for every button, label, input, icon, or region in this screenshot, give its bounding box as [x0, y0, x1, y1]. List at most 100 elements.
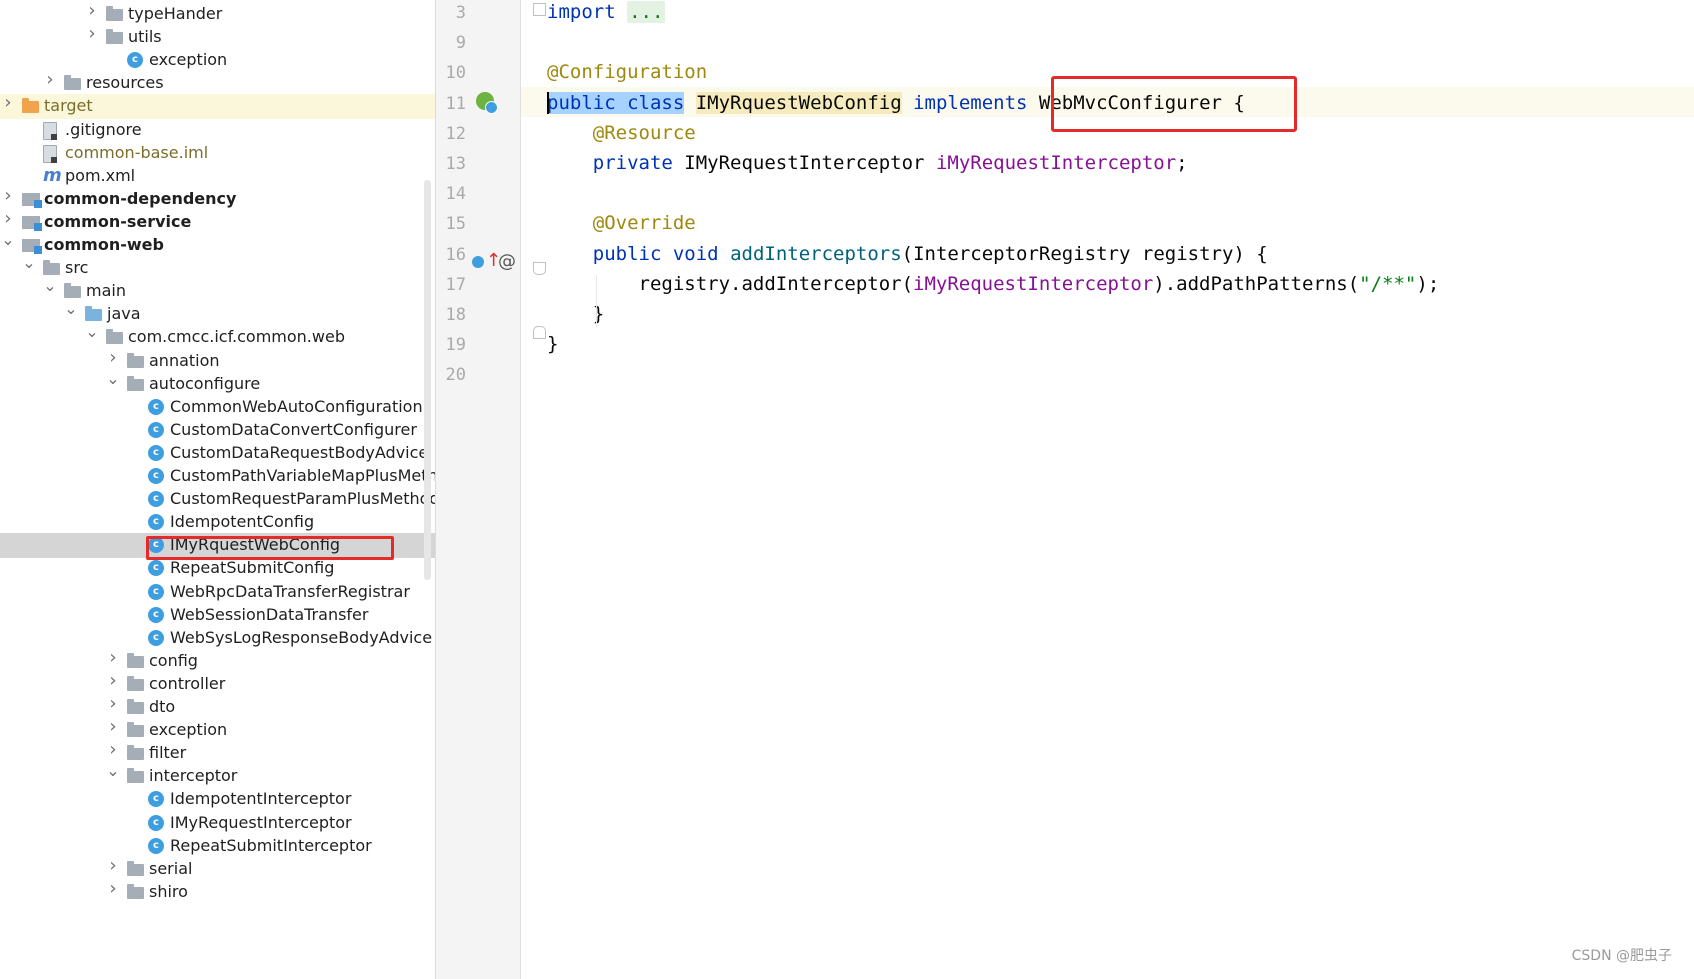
tree-row[interactable]: ⌄ autoconfigure — [0, 370, 435, 397]
tree-row[interactable]: c RepeatSubmitConfig — [0, 556, 435, 581]
code-editor[interactable] — [521, 0, 1694, 979]
tree-row[interactable]: c IMyRequestInterceptor — [0, 811, 435, 836]
chevron-right-icon[interactable]: › — [85, 25, 99, 43]
tree-row[interactable]: › common-service — [0, 209, 435, 235]
chevron-right-icon[interactable]: › — [106, 695, 120, 713]
tree-row[interactable]: › resources — [0, 71, 435, 96]
chevron-right-icon[interactable]: › — [106, 348, 120, 366]
chevron-down-icon[interactable]: ⌄ — [106, 763, 120, 779]
file-badge — [51, 156, 57, 163]
tree-row[interactable]: c exception — [0, 48, 435, 73]
tree-row[interactable]: c CustomRequestParamPlusMethodA — [0, 487, 435, 512]
chevron-right-icon[interactable]: › — [106, 718, 120, 736]
tree-row[interactable]: › common-dependency — [0, 186, 435, 212]
chevron-down-icon[interactable]: ⌄ — [64, 301, 78, 317]
tree-row-label: common-service — [44, 211, 192, 231]
code-line[interactable]: @Resource — [547, 118, 696, 148]
chevron-right-icon[interactable]: › — [1, 94, 15, 112]
code-line[interactable]: private IMyRequestInterceptor iMyRequest… — [547, 148, 1188, 178]
tree-scrollbar[interactable] — [424, 180, 431, 580]
fold-marker-icon[interactable] — [533, 262, 546, 275]
tree-row[interactable]: ⌄ src — [0, 255, 435, 281]
tree-row-label: CustomPathVariableMapPlusMetho — [170, 466, 435, 485]
at-annotation-icon[interactable]: @ — [498, 252, 516, 272]
tree-row[interactable]: m pom.xml — [0, 164, 435, 189]
tree-row[interactable]: c WebSysLogResponseBodyAdvice — [0, 626, 435, 651]
tree-row-label: IMyRequestInterceptor — [170, 812, 352, 832]
chevron-right-icon[interactable]: › — [106, 879, 120, 897]
fold-marker-icon[interactable] — [533, 3, 546, 16]
line-number: 15 — [445, 214, 466, 235]
file-badge — [51, 133, 57, 140]
tree-row[interactable]: › dto — [0, 695, 435, 720]
tree-row[interactable]: c RepeatSubmitInterceptor — [0, 834, 435, 859]
line-number: 12 — [445, 123, 466, 144]
tree-row[interactable]: › shiro — [0, 879, 435, 905]
code-line[interactable]: registry.addInterceptor(iMyRequestInterc… — [547, 269, 1440, 299]
code-token: @Configuration — [547, 61, 708, 84]
class-icon: c — [148, 491, 164, 508]
chevron-right-icon[interactable]: › — [106, 671, 120, 689]
chevron-down-icon[interactable]: ⌄ — [85, 324, 99, 340]
file-icon — [43, 144, 57, 163]
chevron-right-icon[interactable]: › — [1, 186, 15, 204]
tree-row[interactable]: › controller — [0, 671, 435, 697]
tree-row[interactable]: › utils — [0, 25, 435, 50]
tree-row[interactable]: c CustomPathVariableMapPlusMetho — [0, 464, 435, 489]
tree-row[interactable]: › config — [0, 648, 435, 674]
fold-marker-icon[interactable] — [533, 326, 546, 339]
folder-icon — [106, 329, 123, 345]
tree-row[interactable]: common-base.iml — [0, 141, 435, 166]
class-icon: c — [148, 560, 164, 577]
tree-row[interactable]: c WebRpcDataTransferRegistrar — [0, 580, 435, 605]
tree-row[interactable]: › typeHander — [0, 2, 435, 27]
chevron-down-icon[interactable]: ⌄ — [106, 370, 120, 387]
tree-row[interactable]: c IdempotentInterceptor — [0, 787, 435, 812]
tree-row[interactable]: c CustomDataConvertConfigurer — [0, 418, 435, 443]
code-line[interactable]: @Configuration — [547, 57, 707, 87]
tree-row[interactable]: ⌄ interceptor — [0, 763, 435, 789]
tree-row-label: WebSysLogResponseBodyAdvice — [170, 627, 433, 647]
tree-row[interactable]: c IdempotentConfig — [0, 510, 435, 535]
chevron-down-icon[interactable]: ⌄ — [1, 232, 15, 248]
folder-icon — [127, 745, 144, 761]
code-line[interactable]: import ... — [547, 0, 666, 27]
chevron-right-icon[interactable]: › — [43, 71, 57, 89]
chevron-right-icon[interactable]: › — [85, 2, 99, 20]
module-folder-icon — [22, 239, 42, 254]
tree-row[interactable]: c CommonWebAutoConfiguration — [0, 395, 435, 420]
code-token: public class — [547, 91, 685, 114]
line-number: 14 — [445, 184, 466, 205]
chevron-right-icon[interactable]: › — [1, 209, 15, 227]
tree-row[interactable]: › target — [0, 94, 435, 120]
tree-row-label: annation — [149, 350, 220, 370]
tree-row[interactable]: › exception — [0, 718, 435, 743]
code-line[interactable]: } — [547, 329, 558, 359]
chevron-right-icon[interactable]: › — [106, 856, 120, 874]
override-up-icon[interactable] — [472, 256, 484, 268]
tree-row-label: java — [107, 304, 141, 324]
tree-row[interactable]: .gitignore — [0, 118, 435, 143]
tree-row[interactable]: › filter — [0, 741, 435, 766]
code-line[interactable]: @Override — [547, 208, 696, 238]
class-icon: c — [148, 629, 164, 646]
maven-icon: m — [43, 164, 62, 186]
tree-row[interactable]: › serial — [0, 856, 435, 882]
chevron-down-icon[interactable]: ⌄ — [43, 278, 57, 294]
folder-icon — [127, 722, 144, 738]
chevron-right-icon[interactable]: › — [106, 648, 120, 666]
tree-row[interactable]: c WebSessionDataTransfer — [0, 603, 435, 628]
tree-row[interactable]: ⌄ com.cmcc.icf.common.web — [0, 324, 435, 350]
chevron-right-icon[interactable]: › — [106, 741, 120, 759]
tree-row[interactable]: c CustomDataRequestBodyAdvice — [0, 441, 435, 466]
tree-row[interactable]: ⌄ java — [0, 301, 435, 327]
tree-row[interactable]: › annation — [0, 348, 435, 374]
chevron-down-icon[interactable]: ⌄ — [22, 255, 36, 271]
tree-row-label: main — [86, 281, 126, 301]
tree-row[interactable]: ⌄ common-web — [0, 232, 435, 258]
code-line[interactable]: public void addInterceptors(InterceptorR… — [547, 239, 1268, 269]
